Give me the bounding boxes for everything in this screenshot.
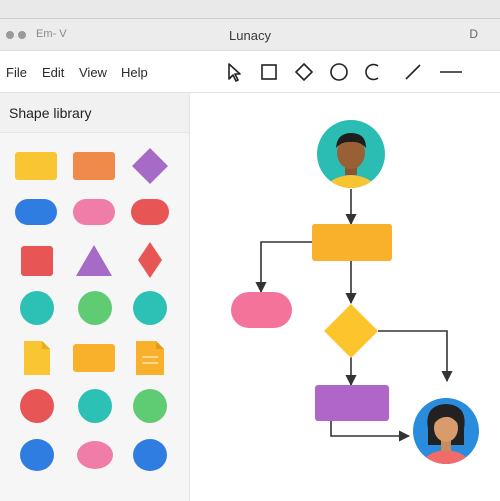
flow-decision-diamond[interactable] (324, 304, 378, 358)
rectangle-tool-icon[interactable] (256, 59, 282, 85)
shape-blue-pill[interactable] (14, 198, 58, 226)
connector-step-to-avatar[interactable] (330, 421, 411, 442)
shape-pink-pill[interactable] (72, 198, 116, 226)
shape-purple-triangle[interactable] (75, 243, 113, 277)
shape-library-panel: Shape library (0, 93, 190, 501)
shape-red-diamond[interactable] (137, 241, 163, 279)
avatar-woman-icon[interactable] (413, 398, 479, 469)
shape-blue-circle[interactable] (19, 438, 55, 472)
shape-teal-circle[interactable] (132, 290, 168, 326)
menu-edit[interactable]: Edit (42, 65, 64, 80)
menu-view[interactable]: View (79, 65, 107, 80)
diamond-tool-icon[interactable] (291, 59, 317, 85)
shape-blue-circle[interactable] (132, 438, 168, 472)
divider-line-tool-icon[interactable] (437, 59, 465, 85)
shape-green-circle[interactable] (132, 388, 168, 424)
shape-yellow-rectangle[interactable] (14, 151, 58, 181)
shape-library-grid (0, 133, 190, 501)
shape-orange-document[interactable] (134, 339, 166, 377)
connector-process-to-terminator[interactable] (255, 241, 312, 294)
menu-help[interactable]: Help (121, 65, 148, 80)
shape-red-square[interactable] (20, 245, 54, 277)
arc-tool-icon[interactable] (360, 59, 386, 85)
flow-step-box[interactable] (315, 385, 389, 421)
shape-orange-rectangle[interactable] (72, 151, 116, 181)
menu-bar: File Edit View Help (0, 51, 500, 93)
connector-decision-to-avatar[interactable] (378, 330, 453, 383)
app-window: Em- V Lunacy D File Edit View Help Shape… (0, 18, 500, 501)
title-bar: Em- V Lunacy D (0, 19, 500, 51)
shape-yellow-document[interactable] (22, 339, 52, 377)
flow-process-box[interactable] (312, 224, 392, 261)
shape-teal-circle[interactable] (77, 388, 113, 424)
avatar-man-icon[interactable] (317, 120, 385, 193)
line-tool-icon[interactable] (400, 59, 426, 85)
window-title: Lunacy (229, 28, 271, 43)
shape-orange-rectangle[interactable] (72, 343, 116, 373)
window-control-restore[interactable]: D (469, 27, 478, 41)
flow-terminator-pill[interactable] (231, 292, 292, 328)
shape-teal-circle[interactable] (19, 290, 55, 326)
shape-red-pill[interactable] (130, 198, 170, 226)
shape-green-circle[interactable] (77, 290, 113, 326)
shape-red-circle[interactable] (19, 388, 55, 424)
menu-file[interactable]: File (6, 65, 27, 80)
shape-pink-ellipse[interactable] (76, 440, 114, 470)
ellipse-tool-icon[interactable] (326, 59, 352, 85)
pointer-tool-icon[interactable] (221, 59, 247, 85)
shape-purple-diamond[interactable] (131, 147, 169, 185)
flowchart-diagram (231, 120, 479, 469)
drawing-canvas[interactable] (190, 93, 500, 501)
shape-library-title: Shape library (0, 93, 189, 133)
